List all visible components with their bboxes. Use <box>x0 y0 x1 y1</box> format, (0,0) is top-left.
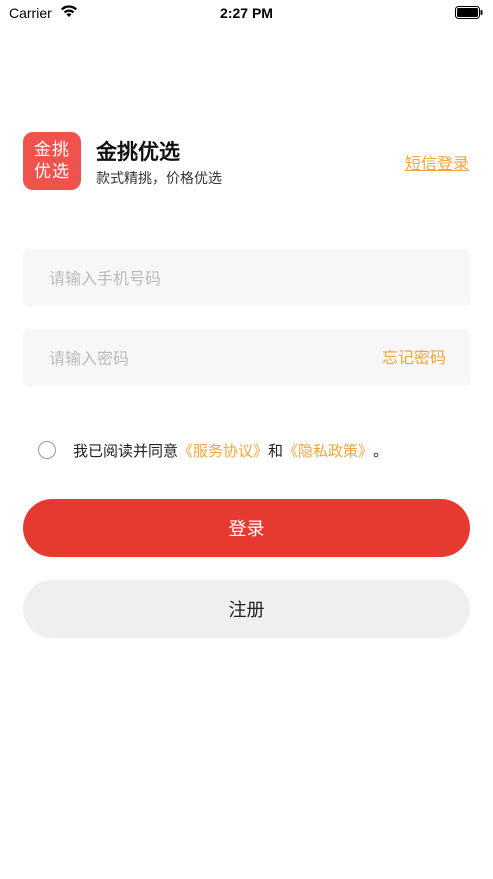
service-agreement-link[interactable]: 《服务协议》 <box>178 440 268 461</box>
agreement-row: 我已阅读并同意 《服务协议》 和 《隐私政策》 。 <box>38 438 388 462</box>
password-input[interactable] <box>47 329 371 388</box>
app-slogan: 款式精挑，价格优选 <box>96 171 222 187</box>
agreement-suffix: 。 <box>373 441 389 460</box>
app-logo: 金挑 优选 <box>23 132 81 190</box>
password-field[interactable]: 忘记密码 <box>23 329 470 388</box>
logo-text-line2: 优选 <box>34 162 70 182</box>
phone-input[interactable] <box>47 249 371 308</box>
register-button[interactable]: 注册 <box>23 580 470 638</box>
battery-icon <box>455 6 483 22</box>
agreement-checkbox[interactable] <box>38 441 56 459</box>
login-button[interactable]: 登录 <box>23 499 470 557</box>
privacy-policy-link[interactable]: 《隐私政策》 <box>283 440 373 461</box>
forgot-password-link[interactable]: 忘记密码 <box>382 329 446 386</box>
app-name: 金挑优选 <box>96 140 180 164</box>
status-bar: Carrier 2:27 PM <box>0 0 493 26</box>
agreement-and: 和 <box>268 441 284 460</box>
logo-text-line1: 金挑 <box>34 140 70 160</box>
sms-login-link[interactable]: 短信登录 <box>405 150 469 174</box>
phone-field[interactable] <box>23 249 470 308</box>
agreement-prefix: 我已阅读并同意 <box>73 441 179 460</box>
clock-time: 2:27 PM <box>220 5 273 21</box>
